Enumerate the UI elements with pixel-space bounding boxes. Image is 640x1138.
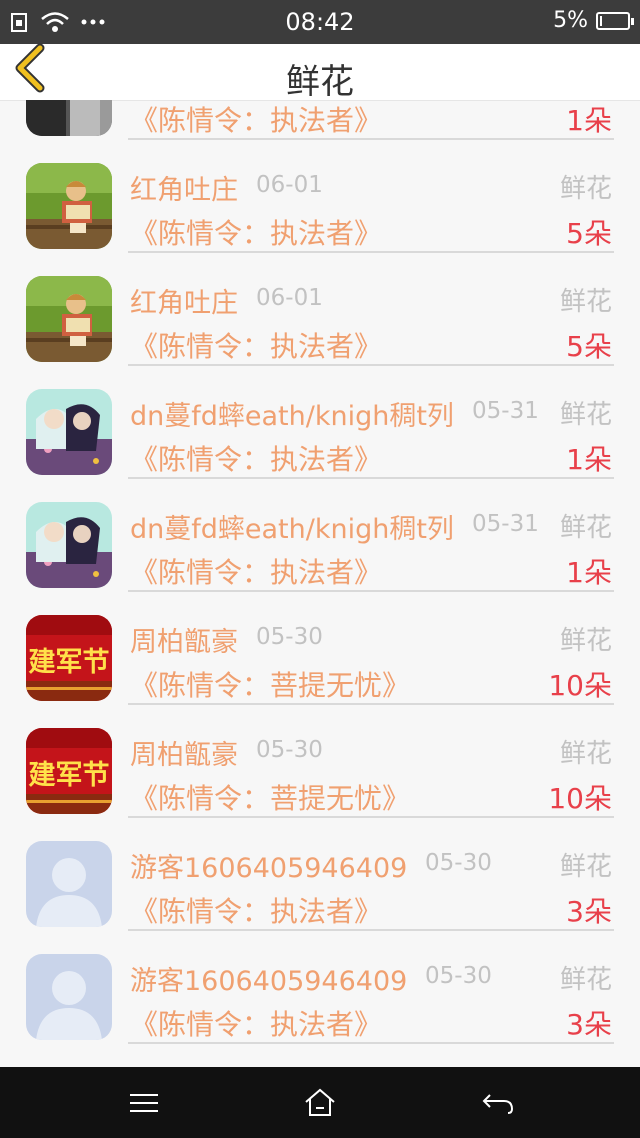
gift-type: 鲜花 — [559, 287, 612, 317]
list-item[interactable]: chrisdangle2ubooution鲜花《陈情令：执法者》1朵 — [0, 100, 640, 140]
army-day-avatar-text: 建军节 — [29, 760, 110, 791]
reading-child-avatar-image — [26, 276, 112, 362]
book-title: 《陈情令：执法者》 — [130, 1008, 383, 1041]
reading-child-avatar-image — [26, 163, 112, 249]
sender-name: 游客1606405946409 — [130, 966, 408, 997]
book-title: 《陈情令：菩提无忧》 — [130, 669, 411, 702]
gift-date: 06-01 — [256, 172, 323, 198]
list-item[interactable]: 建军节 周柏甑豪 05-30 鲜花《陈情令：菩提无忧》 10朵 — [0, 705, 640, 818]
list-item[interactable]: dn蔓fd蟀eath/knigh稠t列 05-31 鲜花《陈情令：执法者》 1朵 — [0, 366, 640, 479]
flower-count: 1朵 — [566, 556, 612, 589]
menu-button[interactable] — [124, 1087, 164, 1119]
anime-couple-avatar-image — [26, 389, 112, 475]
list-item[interactable]: 游客1606405946409 05-30 鲜花《陈情令：执法者》 3朵 — [0, 931, 640, 1044]
gift-type: 鲜花 — [559, 852, 612, 882]
army-day-avatar-text: 建军节 — [29, 647, 110, 678]
book-title: 《陈情令：菩提无忧》 — [130, 782, 411, 815]
avatar[interactable] — [26, 389, 112, 475]
avatar[interactable] — [26, 841, 112, 927]
battery-icon — [596, 11, 634, 30]
return-button[interactable] — [478, 1087, 518, 1119]
bw-photo-avatar-image — [26, 100, 112, 136]
status-bar: 08:42 5% — [0, 0, 640, 44]
header: 鲜花 — [0, 43, 640, 102]
gift-type: 鲜花 — [559, 513, 612, 543]
avatar[interactable] — [26, 276, 112, 362]
gift-date: 06-01 — [256, 285, 323, 311]
battery-fill — [600, 15, 602, 26]
sender-name: 红角吐庄 — [130, 175, 238, 206]
flower-count: 3朵 — [566, 1008, 612, 1041]
list-item[interactable]: 红角吐庄 06-01 鲜花《陈情令：执法者》 5朵 — [0, 140, 640, 253]
status-right: 5% — [553, 8, 634, 33]
gift-type: 鲜花 — [559, 739, 612, 769]
gift-type: 鲜花 — [559, 965, 612, 995]
sender-name: 周柏甑豪 — [130, 627, 238, 658]
gift-type: 鲜花 — [559, 174, 612, 204]
avatar[interactable] — [26, 100, 112, 136]
gift-date: 05-31 — [472, 398, 539, 424]
divider — [128, 1042, 614, 1044]
list-item[interactable]: 建军节 周柏甑豪 05-30 鲜花《陈情令：菩提无忧》 10朵 — [0, 592, 640, 705]
avatar[interactable] — [26, 163, 112, 249]
menu-icon — [130, 1094, 158, 1112]
return-icon — [482, 1094, 514, 1114]
battery-percent: 5% — [553, 8, 588, 33]
flower-count: 10朵 — [548, 782, 612, 815]
book-title: 《陈情令：执法者》 — [130, 443, 383, 476]
avatar[interactable] — [26, 954, 112, 1040]
flower-list[interactable]: chrisdangle2ubooution鲜花《陈情令：执法者》1朵红角吐庄06… — [0, 100, 640, 1067]
sender-name: dn蔓fd蟀eath/knigh稠t列 — [130, 514, 454, 545]
avatar[interactable]: 建军节 — [26, 615, 112, 701]
flower-count: 5朵 — [566, 330, 612, 363]
army-day-avatar-image: 建军节 — [26, 728, 112, 814]
gift-date: 05-30 — [425, 850, 492, 876]
book-title: 《陈情令：执法者》 — [130, 217, 383, 250]
book-title: 《陈情令：执法者》 — [130, 330, 383, 363]
book-title: 《陈情令：执法者》 — [130, 895, 383, 928]
sender-name: dn蔓fd蟀eath/knigh稠t列 — [130, 401, 454, 432]
gift-type: 鲜花 — [559, 400, 612, 430]
army-day-avatar-image: 建军节 — [26, 615, 112, 701]
sender-name: 游客1606405946409 — [130, 853, 408, 884]
gift-date: 05-30 — [256, 737, 323, 763]
gift-date: 05-30 — [425, 963, 492, 989]
page-title: 鲜花 — [286, 62, 354, 102]
status-time: 08:42 — [285, 8, 355, 36]
avatar[interactable]: 建军节 — [26, 728, 112, 814]
flower-count: 5朵 — [566, 217, 612, 250]
avatar[interactable] — [26, 502, 112, 588]
default-person-avatar-image — [26, 841, 112, 927]
sender-name: 红角吐庄 — [130, 288, 238, 319]
home-icon — [305, 1088, 335, 1116]
flower-count: 1朵 — [566, 104, 612, 137]
anime-couple-avatar-image — [26, 502, 112, 588]
book-title: 《陈情令：执法者》 — [130, 556, 383, 589]
list-item[interactable]: 游客1606405946409 05-30 鲜花《陈情令：执法者》 3朵 — [0, 818, 640, 931]
gift-date: 05-31 — [472, 511, 539, 537]
flower-count: 3朵 — [566, 895, 612, 928]
list-item[interactable]: 红角吐庄 06-01 鲜花《陈情令：执法者》 5朵 — [0, 253, 640, 366]
sender-name: 周柏甑豪 — [130, 740, 238, 771]
gift-type: 鲜花 — [559, 626, 612, 656]
default-person-avatar-image — [26, 954, 112, 1040]
flower-count: 10朵 — [548, 669, 612, 702]
book-title: 《陈情令：执法者》 — [130, 104, 383, 137]
flower-count: 1朵 — [566, 443, 612, 476]
nav-bar — [0, 1067, 640, 1138]
home-button[interactable] — [300, 1087, 340, 1119]
gift-date: 05-30 — [256, 624, 323, 650]
list-item[interactable]: dn蔓fd蟀eath/knigh稠t列 05-31 鲜花《陈情令：执法者》 1朵 — [0, 479, 640, 592]
